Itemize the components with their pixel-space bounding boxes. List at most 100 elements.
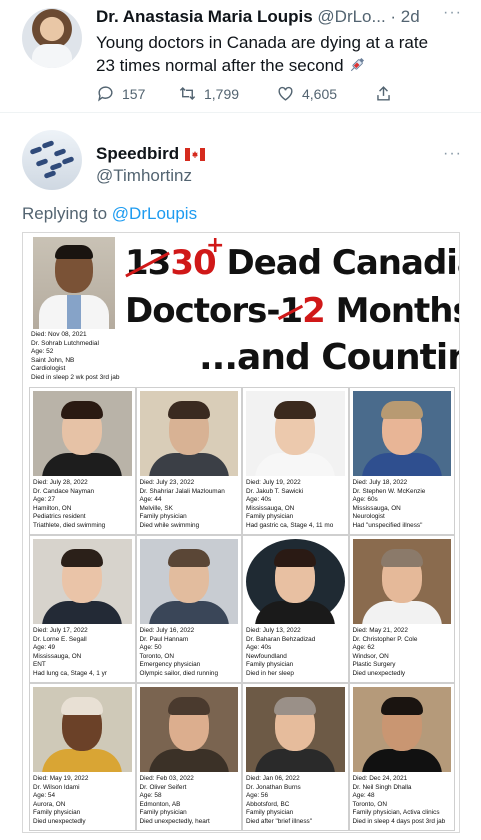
doctor-caption-line: Age: 48 xyxy=(352,792,375,800)
doctor-caption-line: Newfoundland xyxy=(246,652,287,660)
doctor-card: Died: May 19, 2022 Dr. Wilson Idami Age: 5… xyxy=(29,683,136,831)
doctor-caption-line: Died: Dec 24, 2021 xyxy=(352,775,408,782)
new-months: 2 xyxy=(302,291,326,331)
hero-caption-line: Age: 52 xyxy=(31,348,54,356)
doctor-caption-line: Died: July 23, 2022 xyxy=(139,479,195,486)
reply-icon xyxy=(98,86,113,102)
doctor-caption-line: Edmonton, AB xyxy=(139,800,181,808)
doctor-card: Died: July 18, 2022 Dr. Stephen W. McKenz… xyxy=(348,387,455,535)
reply-author-handle[interactable]: @Timhortinz xyxy=(96,166,192,186)
reply-author-name[interactable]: Speedbird xyxy=(96,144,179,164)
attached-image[interactable]: Died: Nov 08, 2021 Dr. Sohrab Lutchmedia… xyxy=(22,232,460,833)
like-count: 4,605 xyxy=(302,85,338,102)
doctor-caption-line: Age: 54 xyxy=(33,792,56,800)
headline-line-2: Doctors-12 Months xyxy=(125,291,460,331)
doctor-caption-line: Dr. Neil Singh Dhalla xyxy=(352,783,412,791)
doctor-caption-line: Died: Feb 03, 2022 xyxy=(139,775,194,782)
doctor-caption-line: Had gastric ca, Stage 4, 11 mo xyxy=(246,521,334,529)
doctor-caption-line: Family physician xyxy=(139,809,187,817)
doctor-photo xyxy=(352,687,451,772)
hero-caption-line: Died in sleep 2 wk post 3rd jab xyxy=(31,373,120,381)
doctor-caption-line: Mississauga, ON xyxy=(33,652,82,660)
doctor-caption-line: Dr. Christopher P. Cole xyxy=(352,635,418,643)
doctor-card: Died: May 21, 2022 Dr. Christopher P. Col… xyxy=(348,535,455,683)
reply-count: 157 xyxy=(122,85,146,102)
doctor-caption-line: Family physician xyxy=(246,661,294,669)
doctor-caption-line: Died: May 19, 2022 xyxy=(33,775,89,782)
doctor-photo xyxy=(246,539,345,624)
doctor-caption-line: Aurora, ON xyxy=(33,800,66,808)
doctor-caption-line: Emergency physician xyxy=(139,661,201,669)
doctor-caption-line: Melville, SK xyxy=(139,504,173,512)
doctor-caption-line: Dr. Paul Hannam xyxy=(139,635,189,643)
new-count: 30 xyxy=(170,243,216,283)
doctor-caption-line: Olympic sailor, died running xyxy=(139,669,219,677)
replying-handle-link[interactable]: @DrLoupis xyxy=(112,204,197,223)
doctor-card: Died: July 19, 2022 Dr. Jakub T. Sawicki A… xyxy=(242,387,349,535)
doctor-caption: Died: July 17, 2022 Dr. Lorne E. Segall Ag… xyxy=(33,627,132,679)
doctor-caption-line: Age: 50 xyxy=(139,644,162,652)
author-handle[interactable]: @DrLo... xyxy=(317,7,385,26)
struck-count: 13 xyxy=(125,243,171,283)
doctor-caption-line: Age: 62 xyxy=(352,644,375,652)
share-icon xyxy=(377,86,390,101)
doctor-caption-line: Age: 58 xyxy=(139,792,162,800)
doctor-caption: Died: Feb 03, 2022 Dr. Oliver Seifert Age:… xyxy=(140,775,239,827)
doctor-caption: Died: May 19, 2022 Dr. Wilson Idami Age: 5… xyxy=(33,775,132,827)
doctor-caption-line: Died: July 19, 2022 xyxy=(246,479,301,486)
doctor-caption: Died: Jan 06, 2022 Dr. Jonathan Burns Age:… xyxy=(246,775,345,827)
doctor-card: Died: Jan 06, 2022 Dr. Jonathan Burns Age:… xyxy=(242,683,349,831)
doctor-caption-line: Family physician xyxy=(33,809,81,817)
reply-author-line: Speedbird xyxy=(96,144,206,164)
doctor-grid: Died: July 28, 2022 Dr. Candace Nayman Age… xyxy=(29,387,455,831)
doctor-caption-line: Dr. Baharan Behzadizad xyxy=(246,635,316,643)
doctor-card: Died: Feb 03, 2022 Dr. Oliver Seifert Age:… xyxy=(135,683,242,831)
doctor-caption-line: Toronto, ON xyxy=(139,652,174,660)
struck-months: 1 xyxy=(279,291,303,331)
author-line: Dr. Anastasia Maria Loupis @DrLo... · 2d xyxy=(96,7,420,27)
doctor-caption-line: Died: Jan 06, 2022 xyxy=(246,775,300,782)
doctor-caption-line: Died: July 17, 2022 xyxy=(33,627,88,634)
doctor-caption-line: Family physician xyxy=(246,809,294,817)
reply-author-avatar[interactable] xyxy=(22,130,82,190)
retweet-count: 1,799 xyxy=(204,85,240,102)
doctor-caption-line: Toronto, ON xyxy=(352,800,387,808)
reply-more-options-icon[interactable]: ··· xyxy=(443,145,462,163)
doctor-card: Died: July 16, 2022 Dr. Paul Hannam Age: 5… xyxy=(135,535,242,683)
like-button[interactable]: 4,605 xyxy=(276,84,337,103)
doctor-card: Died: July 28, 2022 Dr. Candace Nayman Age… xyxy=(29,387,136,535)
doctor-caption: Died: May 21, 2022 Dr. Christopher P. Col… xyxy=(353,627,452,679)
doctor-caption-line: Dr. Wilson Idami xyxy=(33,783,80,791)
doctor-photo xyxy=(246,391,345,476)
hero-doctor-photo xyxy=(33,237,115,329)
doctor-caption: Died: July 28, 2022 Dr. Candace Nayman Age… xyxy=(33,479,132,531)
author-avatar[interactable] xyxy=(22,8,82,68)
tweet-actions: 157 1,799 4,605 xyxy=(96,84,456,106)
doctor-caption-line: Died: July 13, 2022 xyxy=(246,627,301,634)
author-name[interactable]: Dr. Anastasia Maria Loupis xyxy=(96,7,313,26)
doctor-photo xyxy=(139,391,238,476)
headline-line2-rest: Months xyxy=(335,291,460,331)
doctor-caption-line: Plastic Surgery xyxy=(352,661,396,669)
original-tweet[interactable]: Dr. Anastasia Maria Loupis @DrLo... · 2d… xyxy=(0,0,481,112)
tweet-time[interactable]: · 2d xyxy=(390,7,419,26)
retweet-icon xyxy=(179,86,196,101)
hero-caption: Died: Nov 08, 2021 Dr. Sohrab Lutchmedia… xyxy=(31,331,141,383)
canada-flag-icon xyxy=(185,147,206,161)
doctor-caption-line: Died unexpectedly xyxy=(352,669,406,677)
retweet-button[interactable]: 1,799 xyxy=(178,84,239,103)
doctor-caption-line: Died while swimming xyxy=(139,521,200,529)
headline-line-1: 1330 Dead Canadian xyxy=(125,243,459,283)
doctor-caption-line: Dr. Oliver Seifert xyxy=(139,783,187,791)
doctor-caption-line: Died unexpectedly, heart xyxy=(139,817,210,825)
doctor-caption-line: Dr. Shahriar Jalali Mazlouman xyxy=(139,487,225,495)
doctor-photo xyxy=(139,687,238,772)
doctor-caption-line: Age: 27 xyxy=(33,496,56,504)
more-options-icon[interactable]: ··· xyxy=(443,4,462,22)
reply-button[interactable]: 157 xyxy=(96,84,145,103)
share-button[interactable] xyxy=(374,84,393,103)
doctor-caption-line: Dr. Candace Nayman xyxy=(33,487,95,495)
doctor-caption-line: Abbotsford, BC xyxy=(246,800,290,808)
doctor-caption-line: Age: 40s xyxy=(246,496,272,504)
doctor-caption-line: Dr. Lorne E. Segall xyxy=(33,635,87,643)
